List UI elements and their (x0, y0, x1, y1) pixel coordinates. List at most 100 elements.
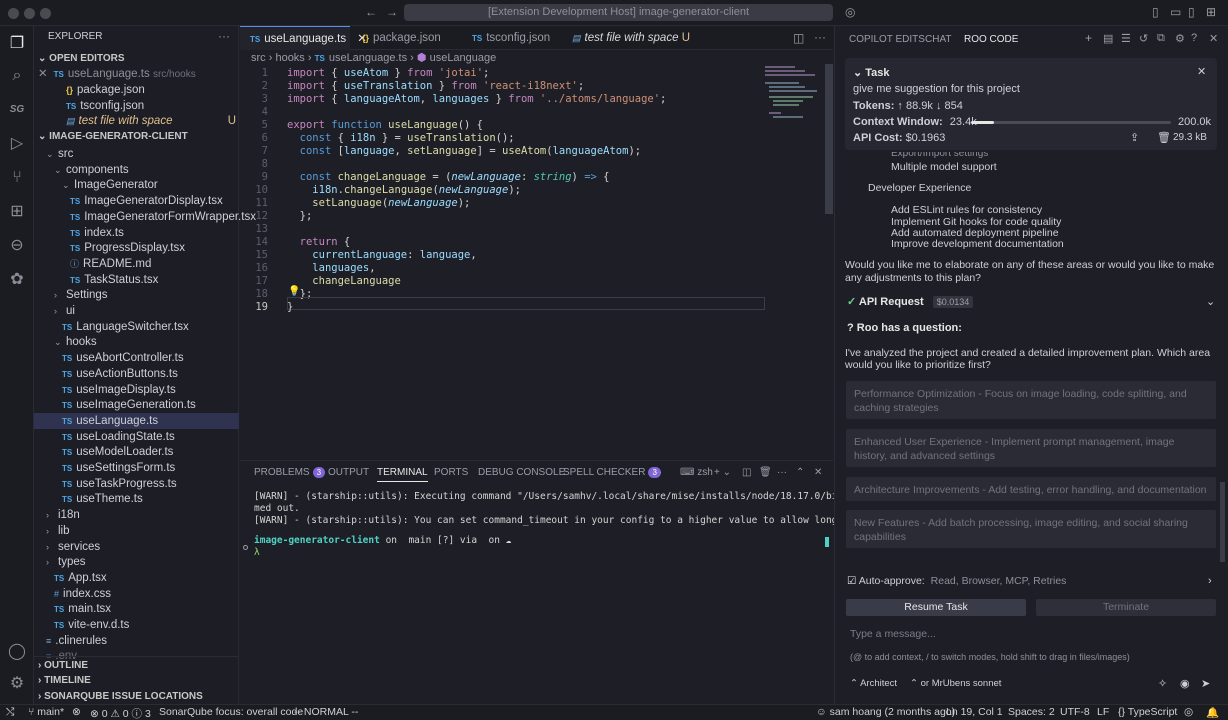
file-item[interactable]: TS ImageGeneratorDisplay.tsx (34, 193, 239, 209)
file-item[interactable]: # index.css (34, 586, 239, 602)
close-window-button[interactable] (8, 8, 19, 19)
close-task-icon[interactable]: ✕ (1197, 65, 1206, 78)
split-terminal-icon[interactable]: ◫ (742, 467, 751, 478)
split-editor-icon[interactable]: ◫ (793, 31, 804, 45)
cursor-position[interactable]: Ln 19, Col 1 (946, 706, 1003, 718)
editor-scrollbar[interactable] (825, 64, 833, 214)
send-icon[interactable]: ➤ (1201, 677, 1210, 690)
resume-task-button[interactable]: Resume Task (846, 599, 1026, 616)
suggestion-option[interactable]: Performance Optimization - Focus on imag… (846, 381, 1216, 419)
copilot-status-icon[interactable]: ◎ (1184, 706, 1193, 718)
remote-explorer-icon[interactable]: ⊖ (7, 236, 27, 256)
terminal-shell-selector[interactable]: ⌨ zsh (680, 467, 713, 478)
folder-item[interactable]: ⌄ components (34, 162, 239, 178)
maximize-window-button[interactable] (40, 8, 51, 19)
more-actions-icon[interactable]: ··· (814, 30, 826, 44)
folder-item[interactable]: › ui (34, 303, 239, 319)
branch-indicator[interactable]: ⑂ main* (28, 706, 64, 718)
explorer-icon[interactable]: ❐ (7, 34, 27, 54)
language-mode[interactable]: {} TypeScript (1118, 706, 1177, 718)
prompts-icon[interactable]: ▤ (1103, 32, 1113, 45)
search-icon[interactable]: ⌕ (7, 66, 27, 86)
more-actions-icon[interactable]: ··· (777, 467, 787, 478)
mcp-servers-icon[interactable]: ☰ (1121, 32, 1131, 45)
file-item[interactable]: TS useModelLoader.ts (34, 444, 239, 460)
api-request-row[interactable]: ✓ API Request $0.0134 (847, 295, 974, 308)
sonarqube-focus[interactable]: SonarQube focus: overall code (159, 706, 303, 718)
file-item[interactable]: TS main.tsx (34, 601, 239, 617)
history-icon[interactable]: ↺ (1139, 32, 1148, 45)
auto-approve-row[interactable]: ☑ Auto-approve: Read, Browser, MCP, Retr… (847, 575, 1066, 587)
back-arrow-icon[interactable]: ← (365, 5, 377, 19)
folder-item[interactable]: › types (34, 554, 239, 570)
file-item[interactable]: TS useSettingsForm.ts (34, 460, 239, 476)
folder-item[interactable]: › lib (34, 523, 239, 539)
breadcrumb-item[interactable]: src (251, 52, 266, 64)
file-item[interactable]: TS ProgressDisplay.tsx (34, 240, 239, 256)
breadcrumb-item[interactable]: useLanguage (430, 52, 497, 64)
new-task-icon[interactable]: + (1085, 31, 1092, 45)
task-title[interactable]: ⌄ Task (853, 66, 890, 79)
file-item[interactable]: TS useActionButtons.ts (34, 366, 239, 382)
problems-indicator[interactable]: ⊗ 0 ⚠ 0 ⓘ 3 (90, 706, 151, 720)
message-input[interactable]: Type a message... (850, 628, 936, 640)
file-item[interactable]: TS vite-env.d.ts (34, 617, 239, 633)
file-item[interactable]: TS useAbortController.ts (34, 350, 239, 366)
tab-tsconfig[interactable]: TS tsconfig.json (462, 26, 562, 50)
toggle-sidebar-icon[interactable]: ▯ (1152, 5, 1159, 19)
project-header[interactable]: ⌄ IMAGE-GENERATOR-CLIENT (34, 128, 239, 146)
folder-item[interactable]: › Settings (34, 287, 239, 303)
new-terminal-icon[interactable]: + ⌄ (714, 467, 731, 478)
tab-uselanguage[interactable]: TS useLanguage.ts ✕ (240, 26, 367, 50)
tab-package-json[interactable]: {} package.json (352, 26, 462, 50)
open-editor-item[interactable]: TS tsconfig.json (66, 98, 144, 114)
extensions-icon[interactable]: ⊞ (7, 202, 27, 222)
account-icon[interactable]: ◯ (7, 642, 27, 662)
file-item[interactable]: TS useTheme.ts (34, 491, 239, 507)
tab-output[interactable]: OUTPUT (328, 467, 369, 478)
toggle-secondary-sidebar-icon[interactable]: ▯ (1188, 5, 1195, 19)
copilot-icon[interactable]: ◎ (845, 5, 855, 19)
file-item[interactable]: TS useLoadingState.ts (34, 429, 239, 445)
encoding[interactable]: UTF-8 (1060, 706, 1090, 718)
enhance-prompt-icon[interactable]: ✧ (1158, 677, 1167, 690)
open-in-editor-icon[interactable]: ⧉ (1157, 32, 1165, 45)
file-item[interactable]: TS TaskStatus.tsx (34, 272, 239, 288)
file-item[interactable]: TS useImageDisplay.ts (34, 382, 239, 398)
sonarlint-icon[interactable]: SG (7, 100, 27, 120)
tab-test-file[interactable]: ▤ test file with space U (562, 26, 702, 50)
tab-chat[interactable]: CHAT (925, 34, 951, 45)
suggestion-option[interactable]: Architecture Improvements - Add testing,… (846, 477, 1216, 501)
file-item[interactable]: TS useTaskProgress.ts (34, 476, 239, 492)
suggestion-option[interactable]: New Features - Add batch processing, ima… (846, 510, 1216, 548)
open-editor-item[interactable]: ✕ TS useLanguage.ts src/hooks (38, 66, 238, 82)
tab-spell-checker[interactable]: SPELL CHECKER 3 (563, 467, 661, 478)
breadcrumb-item[interactable]: hooks (275, 52, 304, 64)
mode-selector[interactable]: ⌃ Architect (850, 678, 897, 689)
minimize-window-button[interactable] (24, 8, 35, 19)
folder-item[interactable]: › services (34, 539, 239, 555)
model-selector[interactable]: ⌃ or MrUbens sonnet (910, 678, 1001, 689)
export-icon[interactable]: ⇪ (1130, 131, 1139, 144)
close-panel-icon[interactable]: ✕ (814, 467, 822, 478)
expand-chevron-icon[interactable]: ⌄ (1206, 295, 1215, 308)
terminate-button[interactable]: Terminate (1036, 599, 1216, 616)
folder-item[interactable]: › i18n (34, 507, 239, 523)
close-icon[interactable]: ✕ (1209, 32, 1218, 45)
minimap[interactable] (765, 64, 825, 124)
open-editor-item[interactable]: ▤ test file with space U (66, 113, 236, 129)
tab-debug-console[interactable]: DEBUG CONSOLE (478, 467, 565, 478)
line-ending[interactable]: LF (1097, 706, 1109, 718)
file-item[interactable]: TS App.tsx (34, 570, 239, 586)
file-item[interactable]: TS index.ts (34, 225, 239, 241)
settings-gear-icon[interactable]: ⚙ (7, 674, 27, 694)
run-debug-icon[interactable]: ▷ (7, 134, 27, 154)
open-editor-item[interactable]: {} package.json (66, 82, 145, 98)
tab-terminal[interactable]: TERMINAL (377, 467, 428, 482)
file-item[interactable]: ≡ .clinerules (34, 633, 239, 649)
folder-item[interactable]: ⌄ ImageGenerator (34, 177, 239, 193)
more-actions-icon[interactable]: ··· (218, 29, 230, 43)
settings-gear-icon[interactable]: ⚙ (1175, 32, 1185, 45)
source-control-icon[interactable]: ⑂ (7, 168, 27, 188)
maximize-panel-icon[interactable]: ⌃ (796, 467, 804, 478)
